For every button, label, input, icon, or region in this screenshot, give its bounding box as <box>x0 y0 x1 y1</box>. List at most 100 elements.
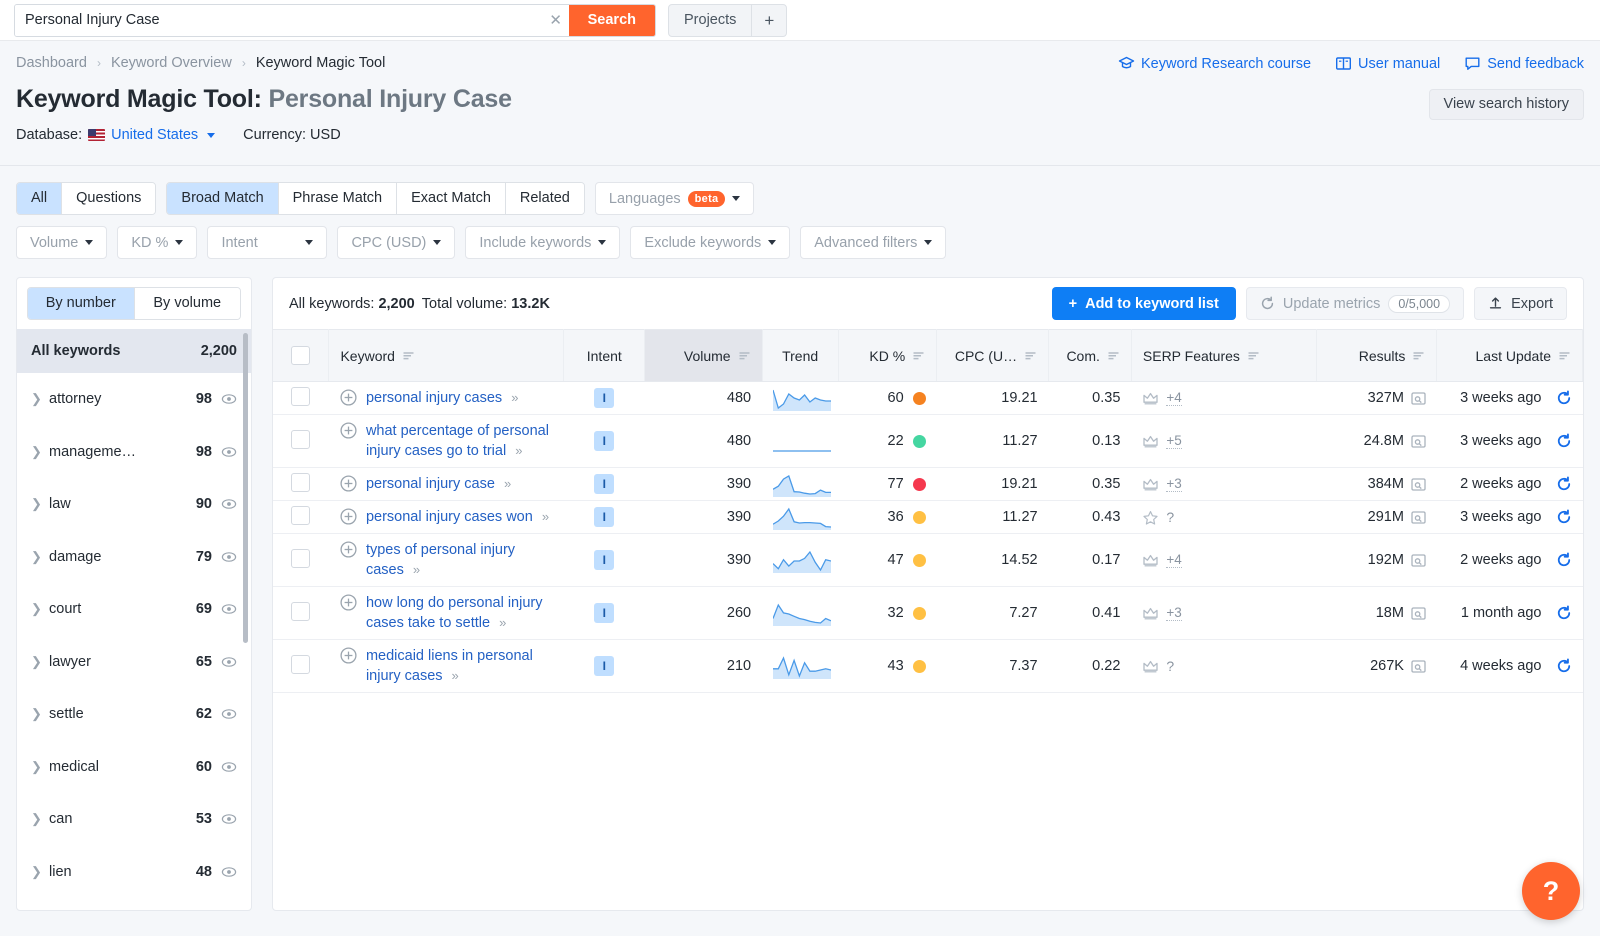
filter-broad-match[interactable]: Broad Match <box>167 183 278 214</box>
row-checkbox[interactable] <box>291 430 310 449</box>
refresh-row-icon[interactable] <box>1556 552 1572 568</box>
sort-icon[interactable] <box>912 349 925 362</box>
row-checkbox[interactable] <box>291 387 310 406</box>
kd-filter[interactable]: KD % <box>117 226 197 259</box>
eye-icon[interactable] <box>221 444 237 460</box>
refresh-row-icon[interactable] <box>1556 433 1572 449</box>
exclude-keywords-filter[interactable]: Exclude keywords <box>630 226 790 259</box>
refresh-row-icon[interactable] <box>1556 390 1572 406</box>
help-button[interactable]: ? <box>1522 862 1580 920</box>
intent-badge[interactable]: I <box>594 656 614 676</box>
sort-icon[interactable] <box>1412 349 1425 362</box>
keyword-link[interactable]: types of personal injury cases » <box>366 540 553 580</box>
serp-features-count[interactable]: ? <box>1166 509 1174 525</box>
eye-icon[interactable] <box>221 601 237 617</box>
add-keyword-icon[interactable] <box>340 541 357 558</box>
chevron-right-icon[interactable]: ❯ <box>31 444 49 460</box>
column-header-results[interactable]: Results <box>1316 330 1437 382</box>
sidebar-item-manageme[interactable]: ❯manageme…98 <box>17 426 251 479</box>
sidebar-tab-by-volume[interactable]: By volume <box>135 288 241 319</box>
serp-features-count[interactable]: +4 <box>1166 552 1181 568</box>
close-icon[interactable]: ✕ <box>543 5 569 36</box>
advanced-filters[interactable]: Advanced filters <box>800 226 946 259</box>
column-header-kd[interactable]: KD % <box>838 330 936 382</box>
chevron-right-icon[interactable]: ❯ <box>31 391 49 407</box>
intent-filter[interactable]: Intent <box>207 226 327 259</box>
sidebar-item-can[interactable]: ❯can53 <box>17 793 251 846</box>
keyword-expand-icon[interactable]: » <box>515 443 521 458</box>
keyword-link[interactable]: personal injury case » <box>366 474 510 494</box>
add-keyword-icon[interactable] <box>340 389 357 406</box>
database-selector[interactable]: United States <box>111 127 198 143</box>
filter-questions[interactable]: Questions <box>62 183 155 214</box>
chevron-right-icon[interactable]: ❯ <box>31 706 49 722</box>
serp-preview-icon[interactable] <box>1411 606 1426 621</box>
filter-phrase-match[interactable]: Phrase Match <box>279 183 397 214</box>
eye-icon[interactable] <box>221 549 237 565</box>
sidebar-tab-by-number[interactable]: By number <box>28 288 135 319</box>
row-checkbox[interactable] <box>291 506 310 525</box>
sidebar-item-law[interactable]: ❯law90 <box>17 478 251 531</box>
keyword-link[interactable]: how long do personal injury cases take t… <box>366 593 553 633</box>
update-metrics-button[interactable]: Update metrics 0/5,000 <box>1246 287 1464 320</box>
intent-badge[interactable]: I <box>594 550 614 570</box>
serp-preview-icon[interactable] <box>1411 553 1426 568</box>
select-all-checkbox[interactable] <box>291 346 310 365</box>
sort-icon[interactable] <box>402 349 415 362</box>
add-project-icon[interactable]: + <box>752 5 786 36</box>
include-keywords-filter[interactable]: Include keywords <box>465 226 620 259</box>
refresh-row-icon[interactable] <box>1556 605 1572 621</box>
send-feedback-link[interactable]: Send feedback <box>1464 55 1584 72</box>
user-manual-link[interactable]: User manual <box>1335 55 1440 72</box>
eye-icon[interactable] <box>221 811 237 827</box>
intent-badge[interactable]: I <box>594 474 614 494</box>
chevron-right-icon[interactable]: ❯ <box>31 654 49 670</box>
keyword-link[interactable]: medicaid liens in personal injury cases … <box>366 646 553 686</box>
serp-preview-icon[interactable] <box>1411 510 1426 525</box>
keyword-link[interactable]: what percentage of personal injury cases… <box>366 421 553 461</box>
sidebar-item-lien[interactable]: ❯lien48 <box>17 846 251 899</box>
eye-icon[interactable] <box>221 706 237 722</box>
column-header-keyword[interactable]: Keyword <box>329 330 564 382</box>
chevron-right-icon[interactable]: ❯ <box>31 496 49 512</box>
serp-preview-icon[interactable] <box>1411 434 1426 449</box>
serp-preview-icon[interactable] <box>1411 391 1426 406</box>
serp-features-count[interactable]: +3 <box>1166 605 1181 621</box>
volume-filter[interactable]: Volume <box>16 226 107 259</box>
serp-features-count[interactable]: +3 <box>1166 476 1181 492</box>
sort-icon[interactable] <box>1247 349 1260 362</box>
sort-icon[interactable] <box>738 349 751 362</box>
intent-badge[interactable]: I <box>594 388 614 408</box>
chevron-down-icon[interactable] <box>207 133 215 138</box>
keyword-expand-icon[interactable]: » <box>413 562 419 577</box>
add-keyword-icon[interactable] <box>340 508 357 525</box>
refresh-row-icon[interactable] <box>1556 658 1572 674</box>
keyword-expand-icon[interactable]: » <box>542 509 548 524</box>
cpc-filter[interactable]: CPC (USD) <box>337 226 455 259</box>
filter-related[interactable]: Related <box>506 183 584 214</box>
projects-button[interactable]: Projects <box>669 5 752 36</box>
serp-features-count[interactable]: ? <box>1166 658 1174 674</box>
sidebar-item-medical[interactable]: ❯medical60 <box>17 741 251 794</box>
sidebar-item-court[interactable]: ❯court69 <box>17 583 251 636</box>
export-button[interactable]: Export <box>1474 287 1567 320</box>
languages-dropdown[interactable]: Languages beta <box>595 182 755 215</box>
sidebar-scrollbar[interactable] <box>243 333 248 643</box>
row-checkbox[interactable] <box>291 602 310 621</box>
filter-all[interactable]: All <box>17 183 62 214</box>
keyword-expand-icon[interactable]: » <box>452 668 458 683</box>
intent-badge[interactable]: I <box>594 603 614 623</box>
sidebar-item-damage[interactable]: ❯damage79 <box>17 531 251 584</box>
keyword-research-course-link[interactable]: Keyword Research course <box>1118 55 1311 72</box>
column-header-com[interactable]: Com. <box>1049 330 1132 382</box>
add-keyword-icon[interactable] <box>340 422 357 439</box>
chevron-right-icon[interactable]: ❯ <box>31 549 49 565</box>
serp-features-count[interactable]: +4 <box>1166 390 1181 406</box>
add-keyword-icon[interactable] <box>340 647 357 664</box>
sidebar-item-attorney[interactable]: ❯attorney98 <box>17 373 251 426</box>
eye-icon[interactable] <box>221 654 237 670</box>
refresh-row-icon[interactable] <box>1556 476 1572 492</box>
chevron-right-icon[interactable]: ❯ <box>31 601 49 617</box>
sidebar-item-lawyer[interactable]: ❯lawyer65 <box>17 636 251 689</box>
eye-icon[interactable] <box>221 864 237 880</box>
